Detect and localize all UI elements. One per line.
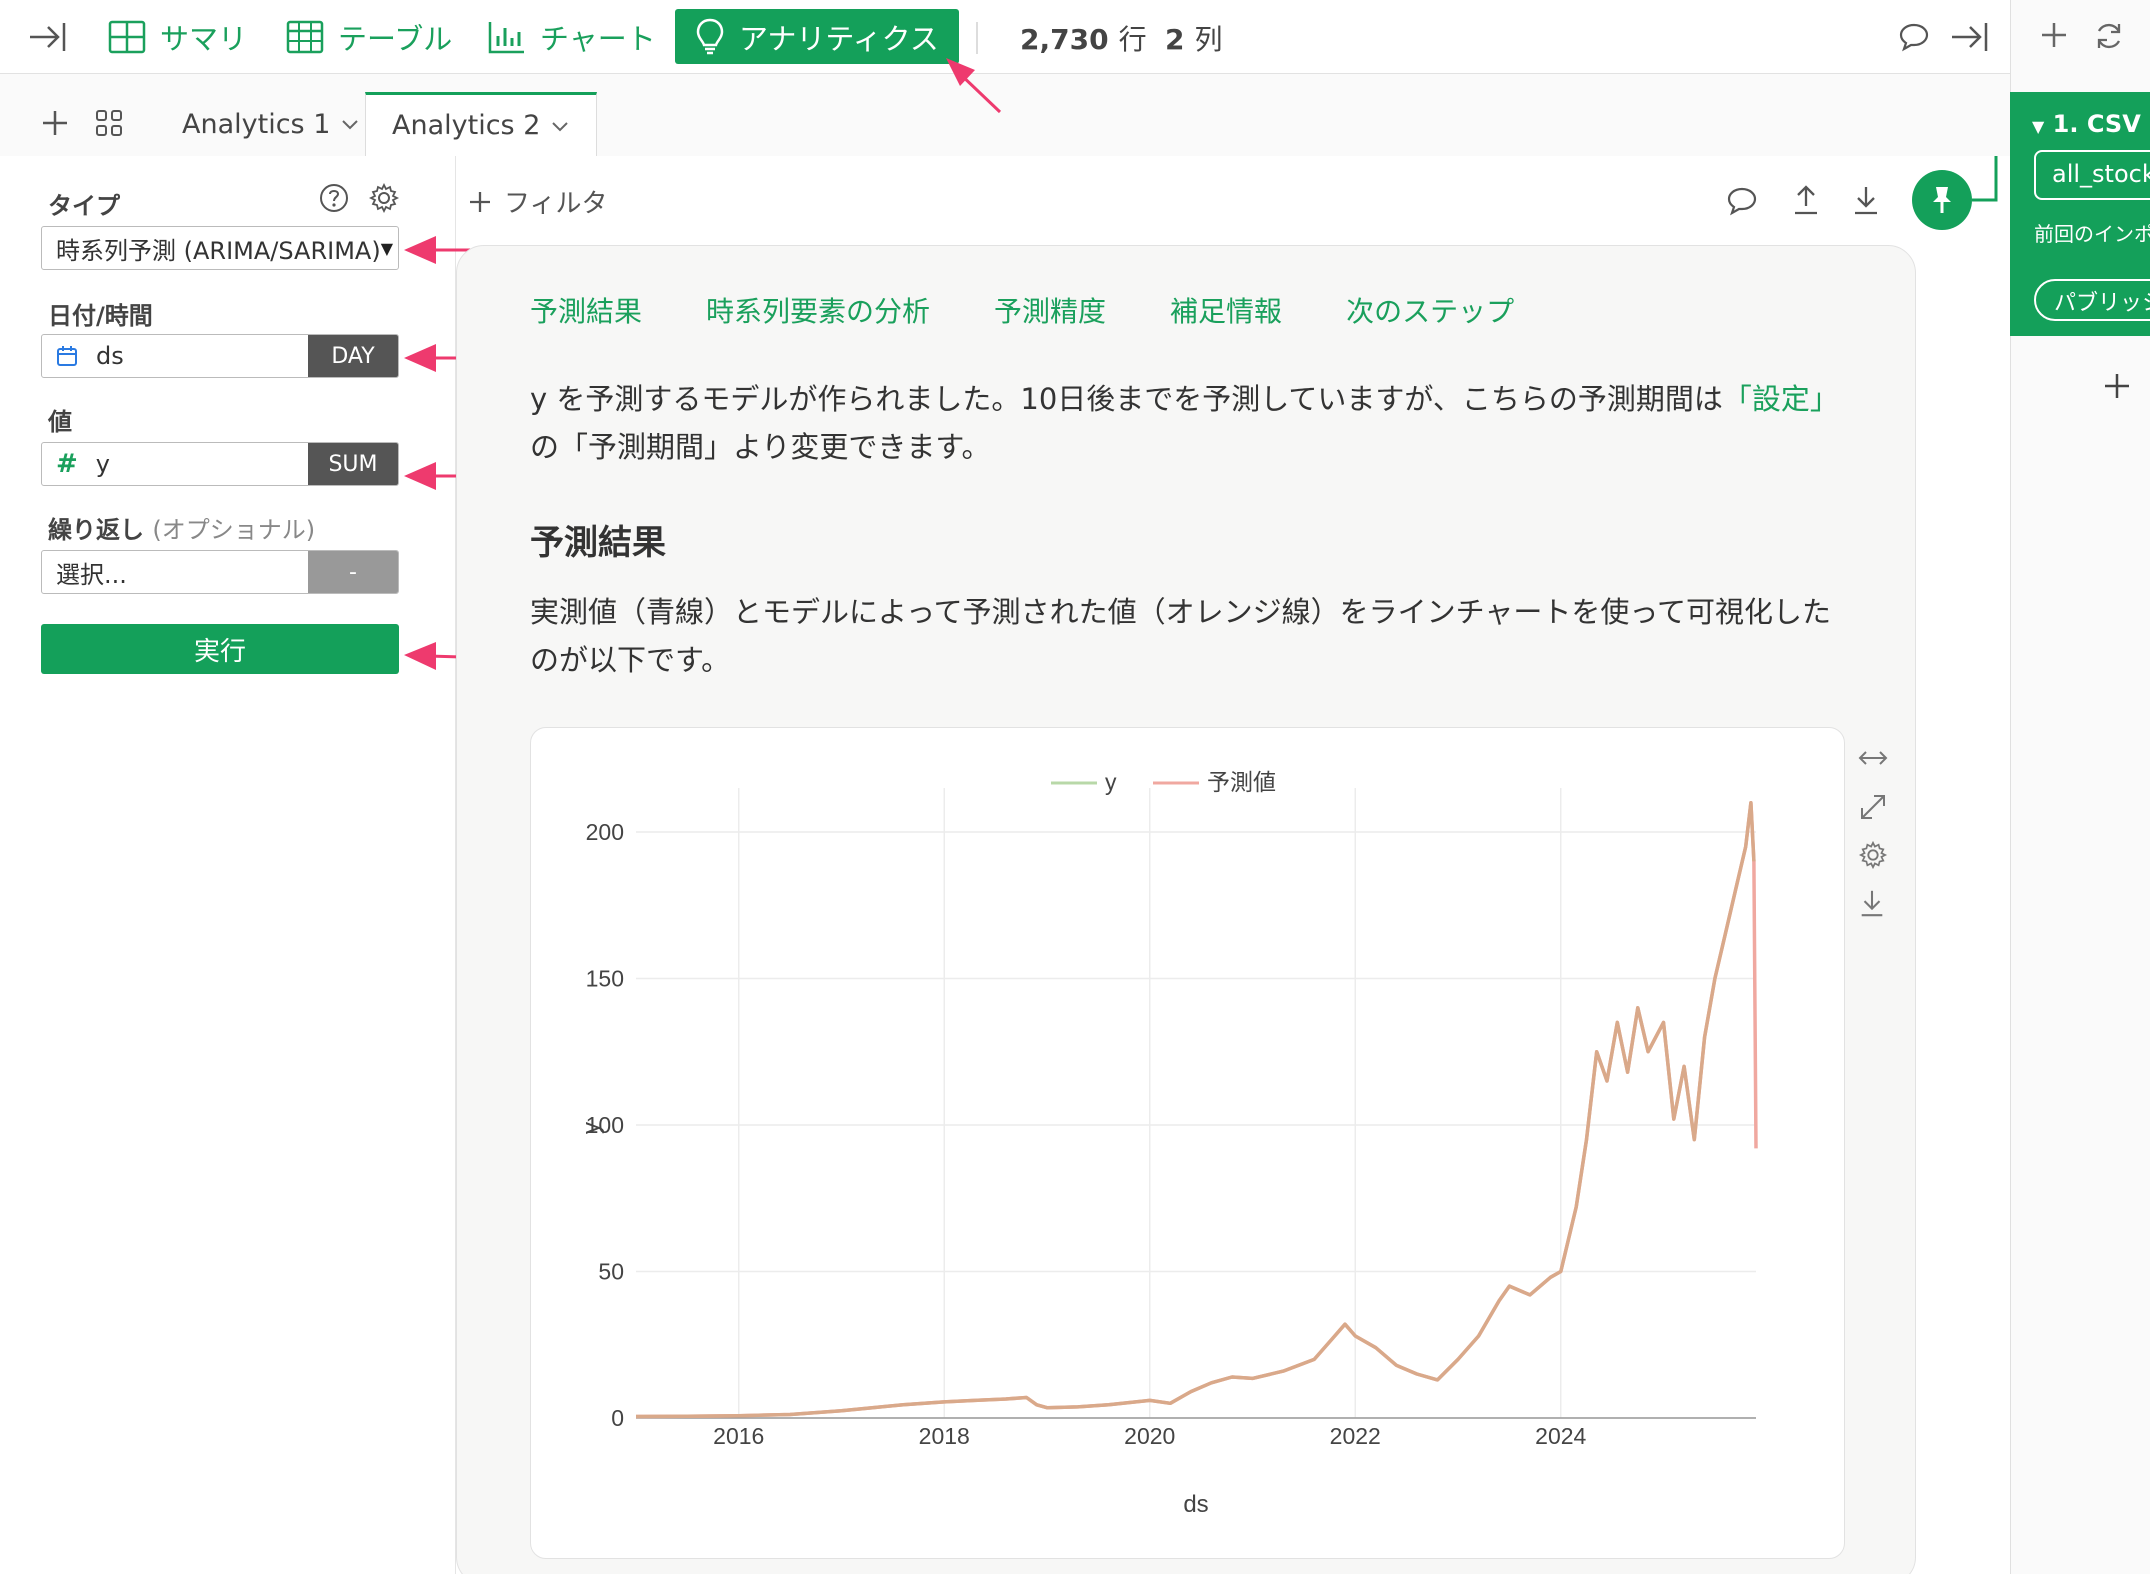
y-tick-label: 200 — [586, 819, 624, 845]
subtab-component-analysis[interactable]: 時系列要素の分析 — [706, 290, 930, 330]
legend-label: 予測値 — [1207, 769, 1276, 795]
arrow-to-analytics — [946, 58, 1002, 114]
x-tick-label: 2022 — [1330, 1423, 1381, 1449]
x-axis-label: ds — [1183, 1491, 1208, 1518]
series-line-y — [635, 800, 1756, 1419]
forecast-chart-container: 0 50 100 150 200 2016 2018 2020 2022 2024 ds y y 予測値 — [530, 727, 1845, 1559]
subtab-supplementary[interactable]: 補足情報 — [1170, 290, 1282, 330]
add-filter-button[interactable]: フィルタ — [468, 183, 607, 220]
legend-label: y — [1105, 769, 1117, 795]
chart-description: 実測値（青線）とモデルによって予測された値（オレンジ線）をラインチャートを使って… — [530, 595, 1831, 677]
intro-text-2: の「予測期間」より変更できます。 — [530, 430, 991, 464]
result-subtabs: 予測結果 時系列要素の分析 予測精度 補足情報 次のステップ — [530, 290, 1514, 330]
forecast-line-chart[interactable]: 0501001502002016 2018 2020 2022 2024dsyy 予測値 — [531, 728, 1846, 1560]
y-tick-label: 50 — [598, 1258, 624, 1284]
intro-text-1: y を予測するモデルが作られました。10日後までを予測していますが、こちらの予測… — [530, 382, 1723, 416]
download-icon[interactable] — [1852, 184, 1880, 220]
subtab-forecast-result[interactable]: 予測結果 — [530, 290, 642, 330]
y-tick-label: 0 — [611, 1405, 624, 1431]
series-line-prediction — [635, 800, 1758, 1419]
chart-settings-icon[interactable] — [1858, 840, 1888, 874]
upload-icon[interactable] — [1792, 184, 1820, 220]
chart-download-icon[interactable] — [1858, 888, 1886, 922]
plus-icon — [470, 191, 490, 212]
pin-button[interactable] — [1912, 170, 1972, 230]
subtab-accuracy[interactable]: 予測精度 — [994, 290, 1106, 330]
filter-label: フィルタ — [504, 189, 608, 219]
x-tick-label: 2016 — [713, 1423, 764, 1449]
x-tick-label: 2024 — [1535, 1423, 1586, 1449]
section-heading: 予測結果 — [530, 523, 666, 563]
pin-icon — [1933, 187, 1951, 213]
fullscreen-icon[interactable] — [1858, 792, 1888, 826]
settings-link[interactable]: 「設定」 — [1723, 382, 1839, 416]
y-axis-label: y — [578, 1122, 605, 1134]
y-tick-label: 150 — [586, 965, 624, 991]
comment-icon[interactable] — [1726, 186, 1758, 220]
horizontal-resize-icon[interactable] — [1858, 746, 1888, 774]
subtab-next-steps[interactable]: 次のステップ — [1346, 290, 1514, 330]
x-tick-label: 2020 — [1124, 1423, 1175, 1449]
x-tick-label: 2018 — [919, 1423, 970, 1449]
intro-paragraph: y を予測するモデルが作られました。10日後までを予測していますが、こちらの予測… — [530, 375, 1850, 471]
